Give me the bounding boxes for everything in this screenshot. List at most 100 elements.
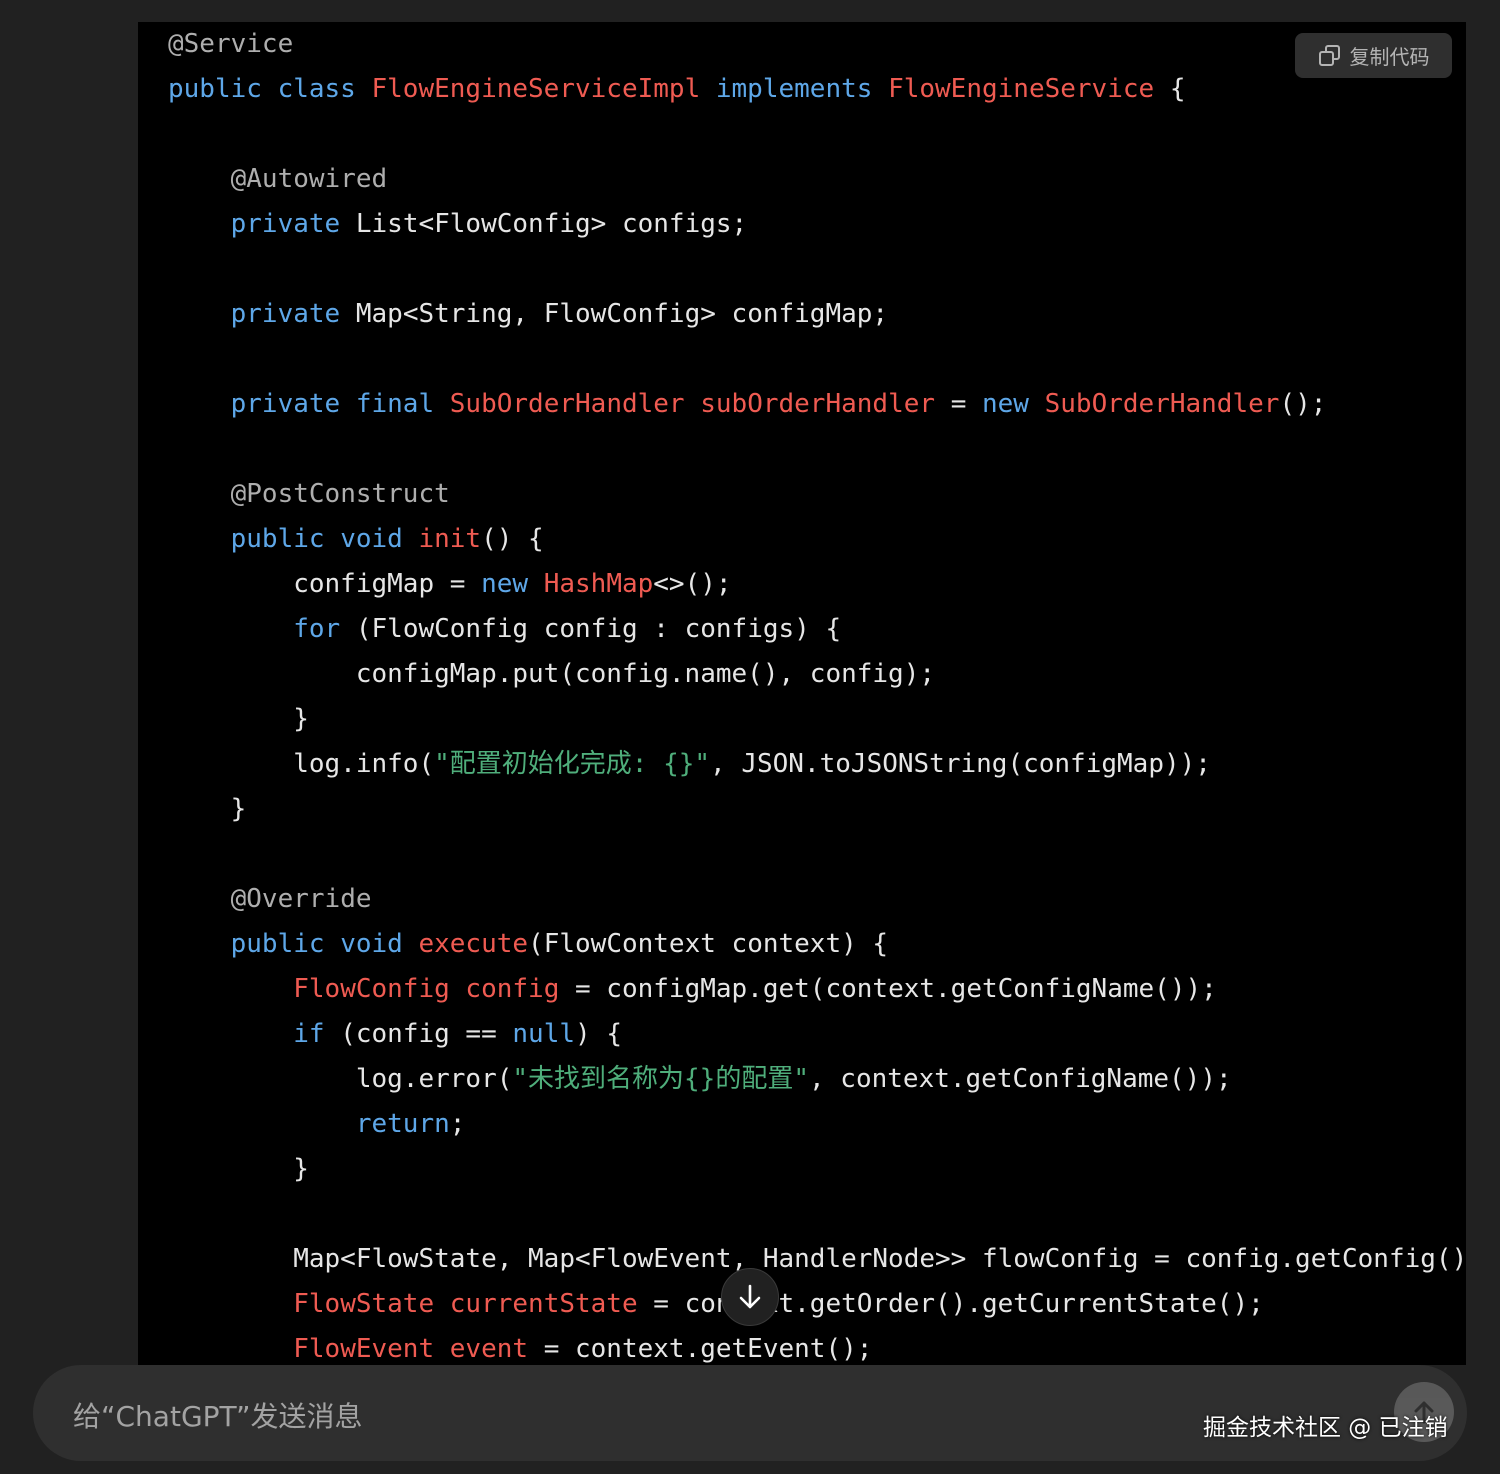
code-block: @Service public class FlowEngineServiceIm… [138,22,1466,1365]
code-token: @PostConstruct [230,479,450,509]
code-token: () { [481,524,544,554]
arrow-down-icon [739,1284,761,1309]
code-token: (config == [340,1019,513,1049]
code-token: if [293,1019,341,1049]
code-token: log.info( [168,749,435,779]
watermark: 掘金技术社区 @ 已注销 [1203,1415,1448,1441]
code-line: log.error("未找到名称为{}的配置", context.getConf… [168,1057,1466,1102]
code-token: "配置初始化完成: {}" [434,749,711,779]
code-line: return; [168,1102,1466,1147]
code-token: FlowState currentState [293,1289,654,1319]
code-token: execute [418,929,529,959]
code-line: @Service [168,22,1466,67]
code-line: Map<FlowState, Map<FlowEvent, HandlerNod… [168,1237,1466,1282]
code-line: } [168,1147,1466,1192]
code-token: (); [1279,389,1327,419]
code-token: , JSON.toJSONString(configMap)); [710,749,1211,779]
code-content: @Service public class FlowEngineServiceIm… [168,22,1466,1365]
code-token: Map<FlowState, Map<FlowEvent, HandlerNod… [168,1244,1466,1274]
code-line: public void execute(FlowContext context)… [168,922,1466,967]
code-token: FlowEngineServiceImpl [371,74,716,104]
code-token: } [168,1154,309,1184]
code-token: @Service [168,29,294,59]
code-token: HashMap [543,569,654,599]
code-token: = configMap.get(context.getConfigName())… [575,974,1217,1004]
code-token: new [982,389,1045,419]
copy-icon [1318,44,1342,68]
code-token: <>(); [653,569,732,599]
code-token: FlowConfig config [293,974,575,1004]
code-token: = [950,389,982,419]
code-token: } [168,794,247,824]
copy-code-label: 复制代码 [1349,45,1430,69]
code-token: "未找到名称为{}的配置" [512,1064,809,1094]
code-token: @Autowired [230,164,388,194]
code-token: private final [230,389,450,419]
code-line: configMap.put(config.name(), config); [168,652,1466,697]
code-token: ) { [575,1019,622,1049]
code-token: SubOrderHandler subOrderHandler [449,389,951,419]
code-line: FlowConfig config = configMap.get(contex… [168,967,1466,1012]
code-token: } [168,704,309,734]
code-line: if (config == null) { [168,1012,1466,1057]
code-token: configMap.put(config.name(), config); [168,659,936,689]
code-line: FlowEvent event = context.getEvent(); [168,1327,1466,1365]
code-token: @Override [230,884,372,914]
code-line: public void init() { [168,517,1466,562]
code-token: , context.getConfigName()); [809,1064,1232,1094]
message-input[interactable]: 给“ChatGPT”发送消息 [73,1395,363,1435]
code-token: (FlowConfig config : configs) { [355,614,842,644]
copy-code-button[interactable]: 复制代码 [1295,33,1452,78]
code-token: configMap = [168,569,482,599]
code-line: @PostConstruct [168,472,1466,517]
code-token: = context.getEvent(); [543,1334,873,1364]
code-token: List<FlowConfig> configs; [355,209,748,239]
code-token: FlowEngineService [888,74,1170,104]
code-token: for [293,614,356,644]
code-token: new [481,569,544,599]
code-line: public class FlowEngineServiceImpl imple… [168,67,1466,112]
code-token: public class [168,74,372,104]
code-line: private List<FlowConfig> configs; [168,202,1466,247]
code-token: log.error( [168,1064,513,1094]
code-token: ; [449,1109,466,1139]
code-line: configMap = new HashMap<>(); [168,562,1466,607]
code-line: FlowState currentState = context.getOrde… [168,1282,1466,1327]
code-line: @Autowired [168,157,1466,202]
code-token: FlowEvent event [293,1334,544,1364]
code-token: private [230,299,356,329]
code-token: null [512,1019,576,1049]
code-token: init [418,524,482,554]
code-token: Map<String, FlowConfig> configMap; [355,299,889,329]
code-token: private [230,209,356,239]
code-line: } [168,787,1466,832]
code-token: { [1169,74,1186,104]
code-token: SubOrderHandler [1044,389,1280,419]
code-token: (FlowContext context) { [528,929,889,959]
code-line: log.info("配置初始化完成: {}", JSON.toJSONStrin… [168,742,1466,787]
code-line: } [168,697,1466,742]
code-token: public void [230,524,419,554]
scroll-to-bottom-button[interactable] [721,1268,779,1326]
code-line: @Override [168,877,1466,922]
